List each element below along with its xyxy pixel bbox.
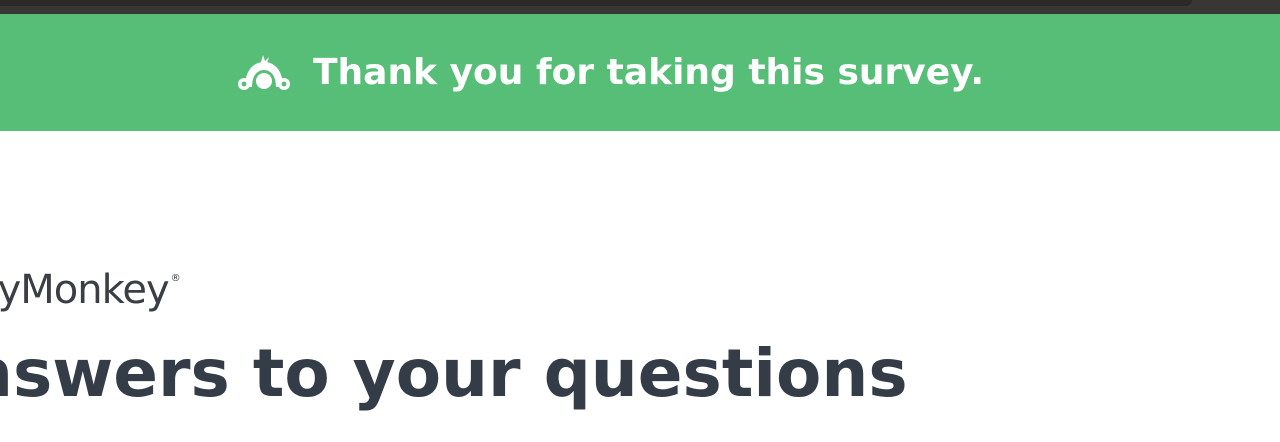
- page-headline: nswers to your questions: [0, 335, 908, 412]
- page: Thank you for taking this survey. eyMonk…: [0, 0, 1280, 442]
- registered-mark: ®: [170, 273, 181, 284]
- browser-top-bar: [0, 0, 1280, 14]
- thank-you-banner: Thank you for taking this survey.: [0, 14, 1280, 131]
- browser-tab-edge: [0, 0, 1192, 6]
- banner-message: Thank you for taking this survey.: [313, 52, 985, 93]
- surveymonkey-logo-icon: [236, 53, 292, 93]
- brand-name: eyMonkey: [0, 267, 170, 313]
- brand-logo-text: eyMonkey®: [0, 254, 181, 315]
